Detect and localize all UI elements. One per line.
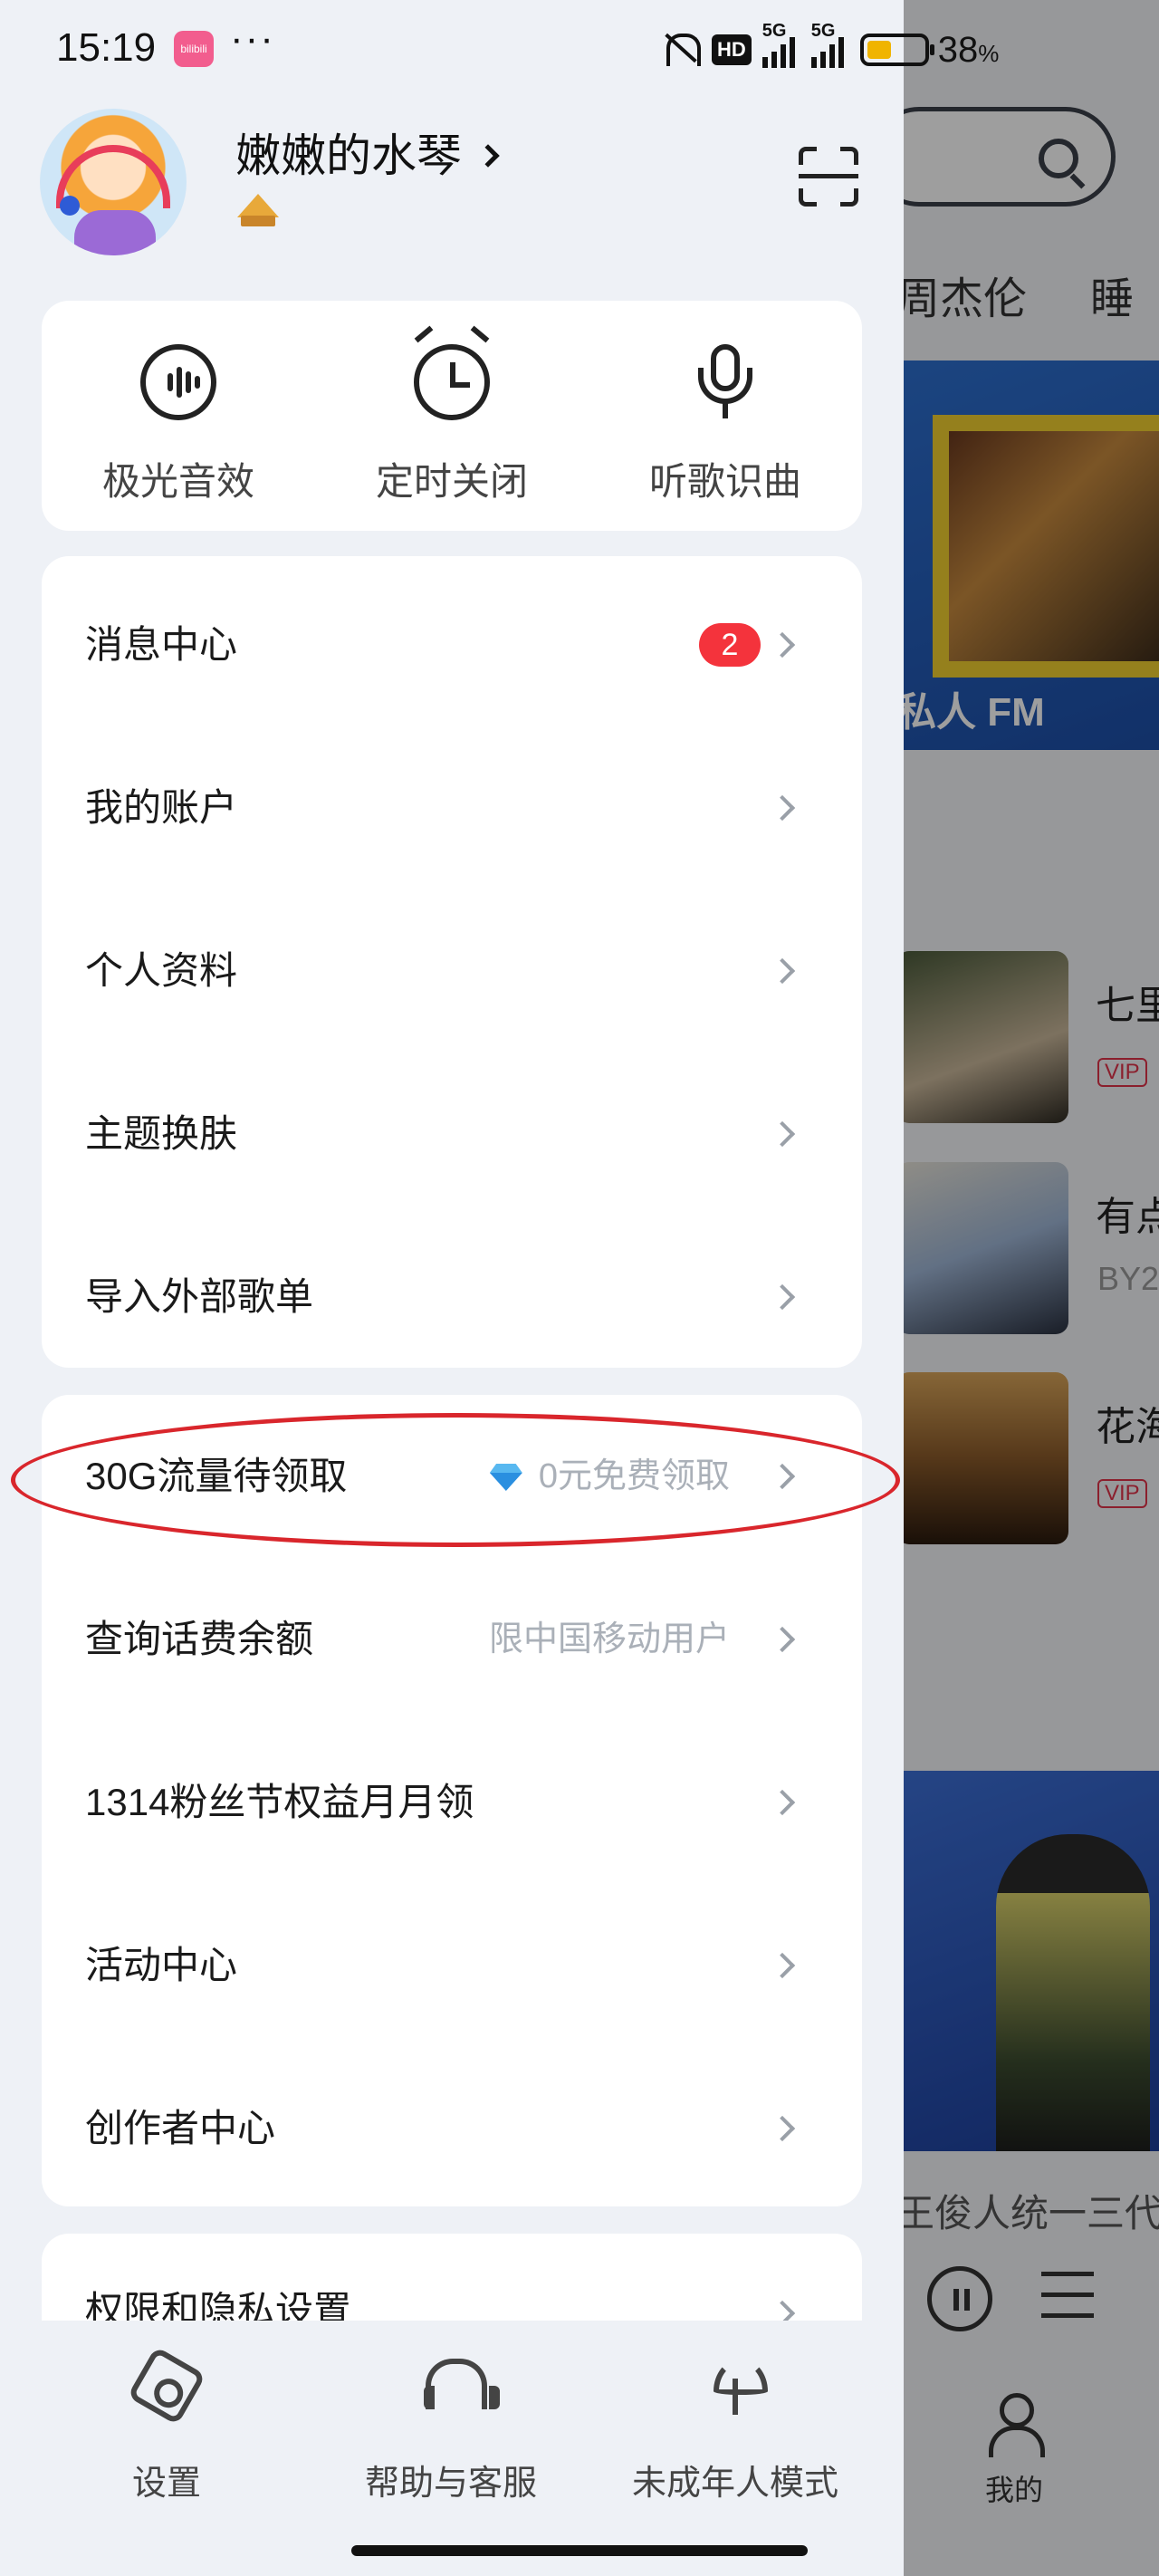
mute-bell-icon — [661, 30, 701, 70]
chevron-right-icon — [769, 1789, 796, 1816]
scrim-overlay[interactable] — [904, 0, 1159, 2576]
menu-item-theme[interactable]: 主题换肤 — [42, 1053, 862, 1216]
chevron-right-icon — [769, 1626, 796, 1653]
quick-action-label: 定时关闭 — [375, 460, 528, 503]
crown-icon[interactable] — [237, 194, 279, 230]
menu-item-profile[interactable]: 个人资料 — [42, 889, 862, 1053]
scan-icon[interactable] — [799, 147, 858, 207]
menu-item-label: 个人资料 — [85, 949, 238, 992]
menu-item-label: 创作者中心 — [85, 2107, 276, 2149]
chevron-right-icon — [769, 1952, 796, 1979]
unread-badge: 2 — [699, 623, 761, 667]
mic-graphic — [60, 196, 80, 216]
chevron-right-icon — [769, 2115, 796, 2142]
menu-item-activity-center[interactable]: 活动中心 — [42, 1884, 862, 2047]
menu-item-label: 查询话费余额 — [85, 1618, 314, 1660]
menu-item-label: 活动中心 — [85, 1944, 238, 1986]
menu-item-label: 消息中心 — [85, 623, 238, 666]
menu-item-label: 1314粉丝节权益月月领 — [85, 1781, 474, 1823]
battery-percent: 38% — [937, 29, 1000, 70]
status-indicators: HD 5G 5G 38% — [661, 21, 1000, 72]
quick-action-timer[interactable]: 定时关闭 — [315, 301, 589, 531]
quick-actions-card: 极光音效 定时关闭 听歌识曲 — [42, 301, 862, 531]
menu-item-label: 主题换肤 — [85, 1112, 238, 1155]
settings-icon — [127, 2346, 206, 2426]
quick-action-label: 听歌识曲 — [648, 460, 801, 503]
status-bar: 15:19 bilibili ··· HD 5G 5G 38% — [0, 0, 1159, 100]
chevron-right-icon — [769, 631, 796, 658]
chevron-right-icon — [769, 1463, 796, 1490]
home-indicator[interactable] — [351, 2545, 808, 2556]
headset-icon — [422, 2357, 500, 2415]
username-link[interactable]: 嫩嫩的水琴 — [235, 120, 500, 185]
chevron-right-icon — [769, 1120, 796, 1148]
bottom-help-button[interactable]: 帮助与客服 — [315, 2357, 587, 2504]
chevron-right-icon — [476, 144, 500, 168]
microphone-icon — [687, 344, 763, 420]
bottom-label: 设置 — [131, 2465, 201, 2503]
bottom-settings-button[interactable]: 设置 — [31, 2346, 302, 2504]
menu-item-fan-festival[interactable]: 1314粉丝节权益月月领 — [42, 1721, 862, 1884]
side-drawer: 嫩嫩的水琴 极光音效 定时关闭 听歌识曲 消息中心 2 我的账户 个人资料 主题… — [0, 0, 904, 2576]
profile-header: 嫩嫩的水琴 — [40, 107, 882, 261]
sprout-icon — [706, 2357, 768, 2415]
drawer-bottom-bar: 设置 帮助与客服 未成年人模式 — [0, 2321, 904, 2576]
diamond-icon — [490, 1464, 522, 1491]
menu-group-account: 消息中心 2 我的账户 个人资料 主题换肤 导入外部歌单 — [42, 556, 862, 1368]
alarm-clock-icon — [414, 325, 490, 420]
avatar[interactable] — [40, 109, 187, 255]
menu-item-my-account[interactable]: 我的账户 — [42, 726, 862, 889]
quick-action-sound-effect[interactable]: 极光音效 — [42, 301, 315, 531]
quick-action-label: 极光音效 — [101, 460, 254, 503]
bottom-minor-mode-button[interactable]: 未成年人模式 — [599, 2357, 871, 2504]
bottom-label: 未成年人模式 — [631, 2465, 838, 2503]
more-notifications-icon: ··· — [230, 16, 275, 61]
battery-icon — [859, 34, 934, 66]
menu-item-value: 0元免费领取 — [490, 1395, 730, 1558]
chevron-right-icon — [769, 1283, 796, 1311]
menu-item-label: 导入外部歌单 — [85, 1275, 314, 1318]
menu-item-label: 我的账户 — [85, 786, 238, 829]
menu-group-services: 30G流量待领取 0元免费领取 查询话费余额 限中国移动用户 1314粉丝节权益… — [42, 1395, 862, 2206]
menu-item-value: 限中国移动用户 — [488, 1620, 730, 1658]
status-time: 15:19 — [56, 25, 157, 70]
menu-item-label: 30G流量待领取 — [85, 1455, 348, 1497]
menu-item-messages[interactable]: 消息中心 2 — [42, 563, 862, 726]
menu-item-creator-center[interactable]: 创作者中心 — [42, 2047, 862, 2206]
chevron-right-icon — [769, 957, 796, 985]
menu-item-balance-query[interactable]: 查询话费余额 限中国移动用户 — [42, 1558, 862, 1721]
signal-icon: 5G — [761, 21, 799, 68]
bottom-label: 帮助与客服 — [364, 2465, 537, 2503]
menu-item-import-playlist[interactable]: 导入外部歌单 — [42, 1216, 862, 1368]
menu-item-free-data[interactable]: 30G流量待领取 0元免费领取 — [42, 1395, 862, 1558]
quick-action-song-recognition[interactable]: 听歌识曲 — [589, 301, 862, 531]
username: 嫩嫩的水琴 — [235, 130, 462, 181]
avatar-body — [74, 210, 156, 255]
signal-icon: 5G — [810, 21, 848, 68]
bilibili-app-icon: bilibili — [174, 31, 214, 67]
hd-badge: HD — [712, 34, 752, 65]
sound-wave-icon — [140, 344, 216, 420]
chevron-right-icon — [769, 794, 796, 822]
